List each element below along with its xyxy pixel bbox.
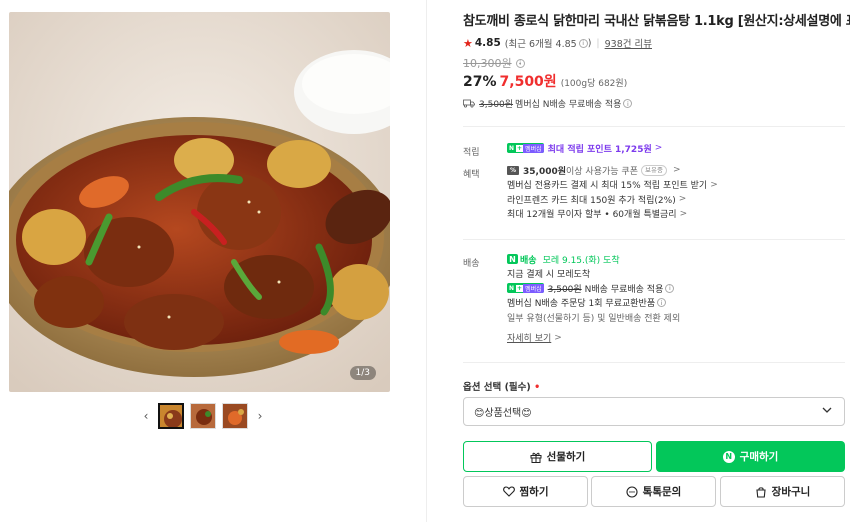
unit-price: (100g당 682원) <box>560 79 628 89</box>
section-divider <box>463 239 845 240</box>
option-select-value: 😊상품선택😊 <box>474 408 532 419</box>
thumbnail-next-icon[interactable]: › <box>254 409 266 423</box>
rating-row: ★ 4.85 (최근 6개월 4.85 i ) | 938건 리뷰 <box>463 36 652 51</box>
svg-text:N: N <box>509 255 516 264</box>
coupon-row[interactable]: % 35,000원 이상 사용가능 쿠폰 보유중 > <box>507 163 718 178</box>
thumbnail-1[interactable] <box>158 403 184 429</box>
gift-icon <box>530 452 542 463</box>
more-details-link[interactable]: 자세히 보기 > <box>507 331 680 346</box>
shipping-summary-text: 멤버십 N배송 무료배송 적용 <box>515 100 622 110</box>
required-mark: • <box>534 382 541 393</box>
naver-pay-icon: N <box>722 450 735 463</box>
thumbnail-3[interactable] <box>222 403 248 429</box>
shipping-fee-strike: 3,500원 <box>547 284 582 295</box>
shipping-fee-strike: 3,500원 <box>479 100 514 110</box>
price-info-icon[interactable]: i <box>515 58 525 68</box>
product-main-image[interactable]: 1/3 <box>9 12 390 392</box>
chevron-right-icon: > <box>654 143 663 154</box>
chat-icon <box>626 485 638 498</box>
original-price-value: 10,300원 <box>463 57 512 70</box>
discount-rate: 27% <box>463 74 497 90</box>
truck-icon <box>463 99 475 108</box>
chevron-right-icon: > <box>672 165 681 176</box>
exclude-note: 일부 유형(선물하기 등) 및 일반배송 전환 제외 <box>507 313 681 324</box>
free-return-row: 멤버십 N배송 주문당 1회 무료교환반품 i <box>507 296 680 311</box>
sale-price: 7,500원 <box>499 74 557 90</box>
delivery-label: 배송 <box>463 259 480 269</box>
talktalk-inquiry-button[interactable]: 톡톡문의 <box>591 476 716 507</box>
coupon-owned-chip: 보유중 <box>640 164 667 176</box>
points-label: 적립 <box>463 148 480 158</box>
pay-note: 지금 결제 시 모레도착 <box>507 270 591 281</box>
chevron-right-icon: > <box>679 208 688 219</box>
rating-recent-close: ) <box>587 37 592 49</box>
arrival-row: N 배송 모레 9.15.(화) 도착 <box>507 252 680 267</box>
arrival-date: 모레 9.15.(화) 도착 <box>542 255 620 266</box>
perk-item[interactable]: 최대 12개월 무이자 할부 • 60개월 특별금리 > <box>507 207 718 222</box>
chevron-right-icon: > <box>678 194 687 205</box>
section-divider <box>463 126 845 127</box>
chevron-down-icon <box>822 407 832 413</box>
original-price: 10,300원 i <box>463 55 525 71</box>
section-divider <box>463 362 845 363</box>
perk-item[interactable]: 라인프렌즈 카드 최대 150원 추가 적립(2%) > <box>507 192 718 207</box>
divider: | <box>596 37 600 49</box>
info-icon[interactable]: i <box>665 283 675 293</box>
perks-label: 혜택 <box>463 170 480 180</box>
delivery-list: N 배송 모레 9.15.(화) 도착 지금 결제 시 모레도착 N + 멤버십… <box>507 252 680 345</box>
wish-button[interactable]: 찜하기 <box>463 476 588 507</box>
coupon-text: 이상 사용가능 쿠폰 <box>566 166 638 177</box>
free-shipping-row: N + 멤버십 3,500원 N배송 무료배송 적용 i <box>507 281 680 296</box>
free-shipping-text: N배송 무료배송 적용 <box>584 284 664 295</box>
price-row: 27% 7,500원 (100g당 682원) <box>463 71 627 91</box>
rating-score: 4.85 <box>474 37 501 49</box>
option-select[interactable]: 😊상품선택😊 <box>463 397 845 426</box>
image-counter: 1/3 <box>349 366 376 380</box>
heart-icon <box>502 486 515 497</box>
thumbnail-2[interactable] <box>190 403 216 429</box>
dakbokkeumtang-photo <box>9 12 390 392</box>
column-divider <box>426 0 427 522</box>
shipping-info-icon[interactable]: i <box>623 99 633 108</box>
option-label: 옵션 선택 (필수) • <box>463 382 541 393</box>
perk-item[interactable]: 멤버십 전용카드 결제 시 최대 15% 적립 포인트 받기 > <box>507 178 718 193</box>
n-delivery-label: 배송 <box>520 255 537 266</box>
shopping-bag-icon <box>756 486 766 498</box>
buy-button[interactable]: N 구매하기 <box>656 441 845 472</box>
review-count-link[interactable]: 938건 리뷰 <box>605 36 652 50</box>
chevron-right-icon: > <box>710 179 718 190</box>
star-icon: ★ <box>463 36 473 50</box>
chevron-right-icon: > <box>554 332 562 343</box>
points-row: N + 멤버십 최대 적립 포인트 1,725원 > <box>507 141 662 156</box>
gift-button[interactable]: 선물하기 <box>463 441 652 472</box>
naver-plus-membership-badge: N + 멤버십 <box>507 143 544 154</box>
coupon-amount: 35,000원 <box>523 166 567 177</box>
product-title: 참도깨비 종로식 닭한마리 국내산 닭볶음탕 1.1kg [원산지:상세설명에 … <box>463 14 850 29</box>
thumbnail-strip: ‹ › <box>140 402 266 430</box>
perks-list: % 35,000원 이상 사용가능 쿠폰 보유중 > 멤버십 전용카드 결제 시… <box>507 163 718 221</box>
n-delivery-icon: N <box>507 254 518 265</box>
info-icon[interactable]: i <box>657 298 667 308</box>
naver-plus-membership-badge: N + 멤버십 <box>507 283 544 294</box>
thumbnail-prev-icon[interactable]: ‹ <box>140 409 152 423</box>
shipping-summary: 3,500원 멤버십 N배송 무료배송 적용 i <box>463 97 633 110</box>
coupon-icon: % <box>507 165 519 175</box>
cart-button[interactable]: 장바구니 <box>720 476 845 507</box>
max-points-link[interactable]: 최대 적립 포인트 1,725원 <box>548 142 652 155</box>
info-icon[interactable]: i <box>578 38 588 48</box>
rating-recent: (최근 6개월 4.85 <box>504 39 577 50</box>
